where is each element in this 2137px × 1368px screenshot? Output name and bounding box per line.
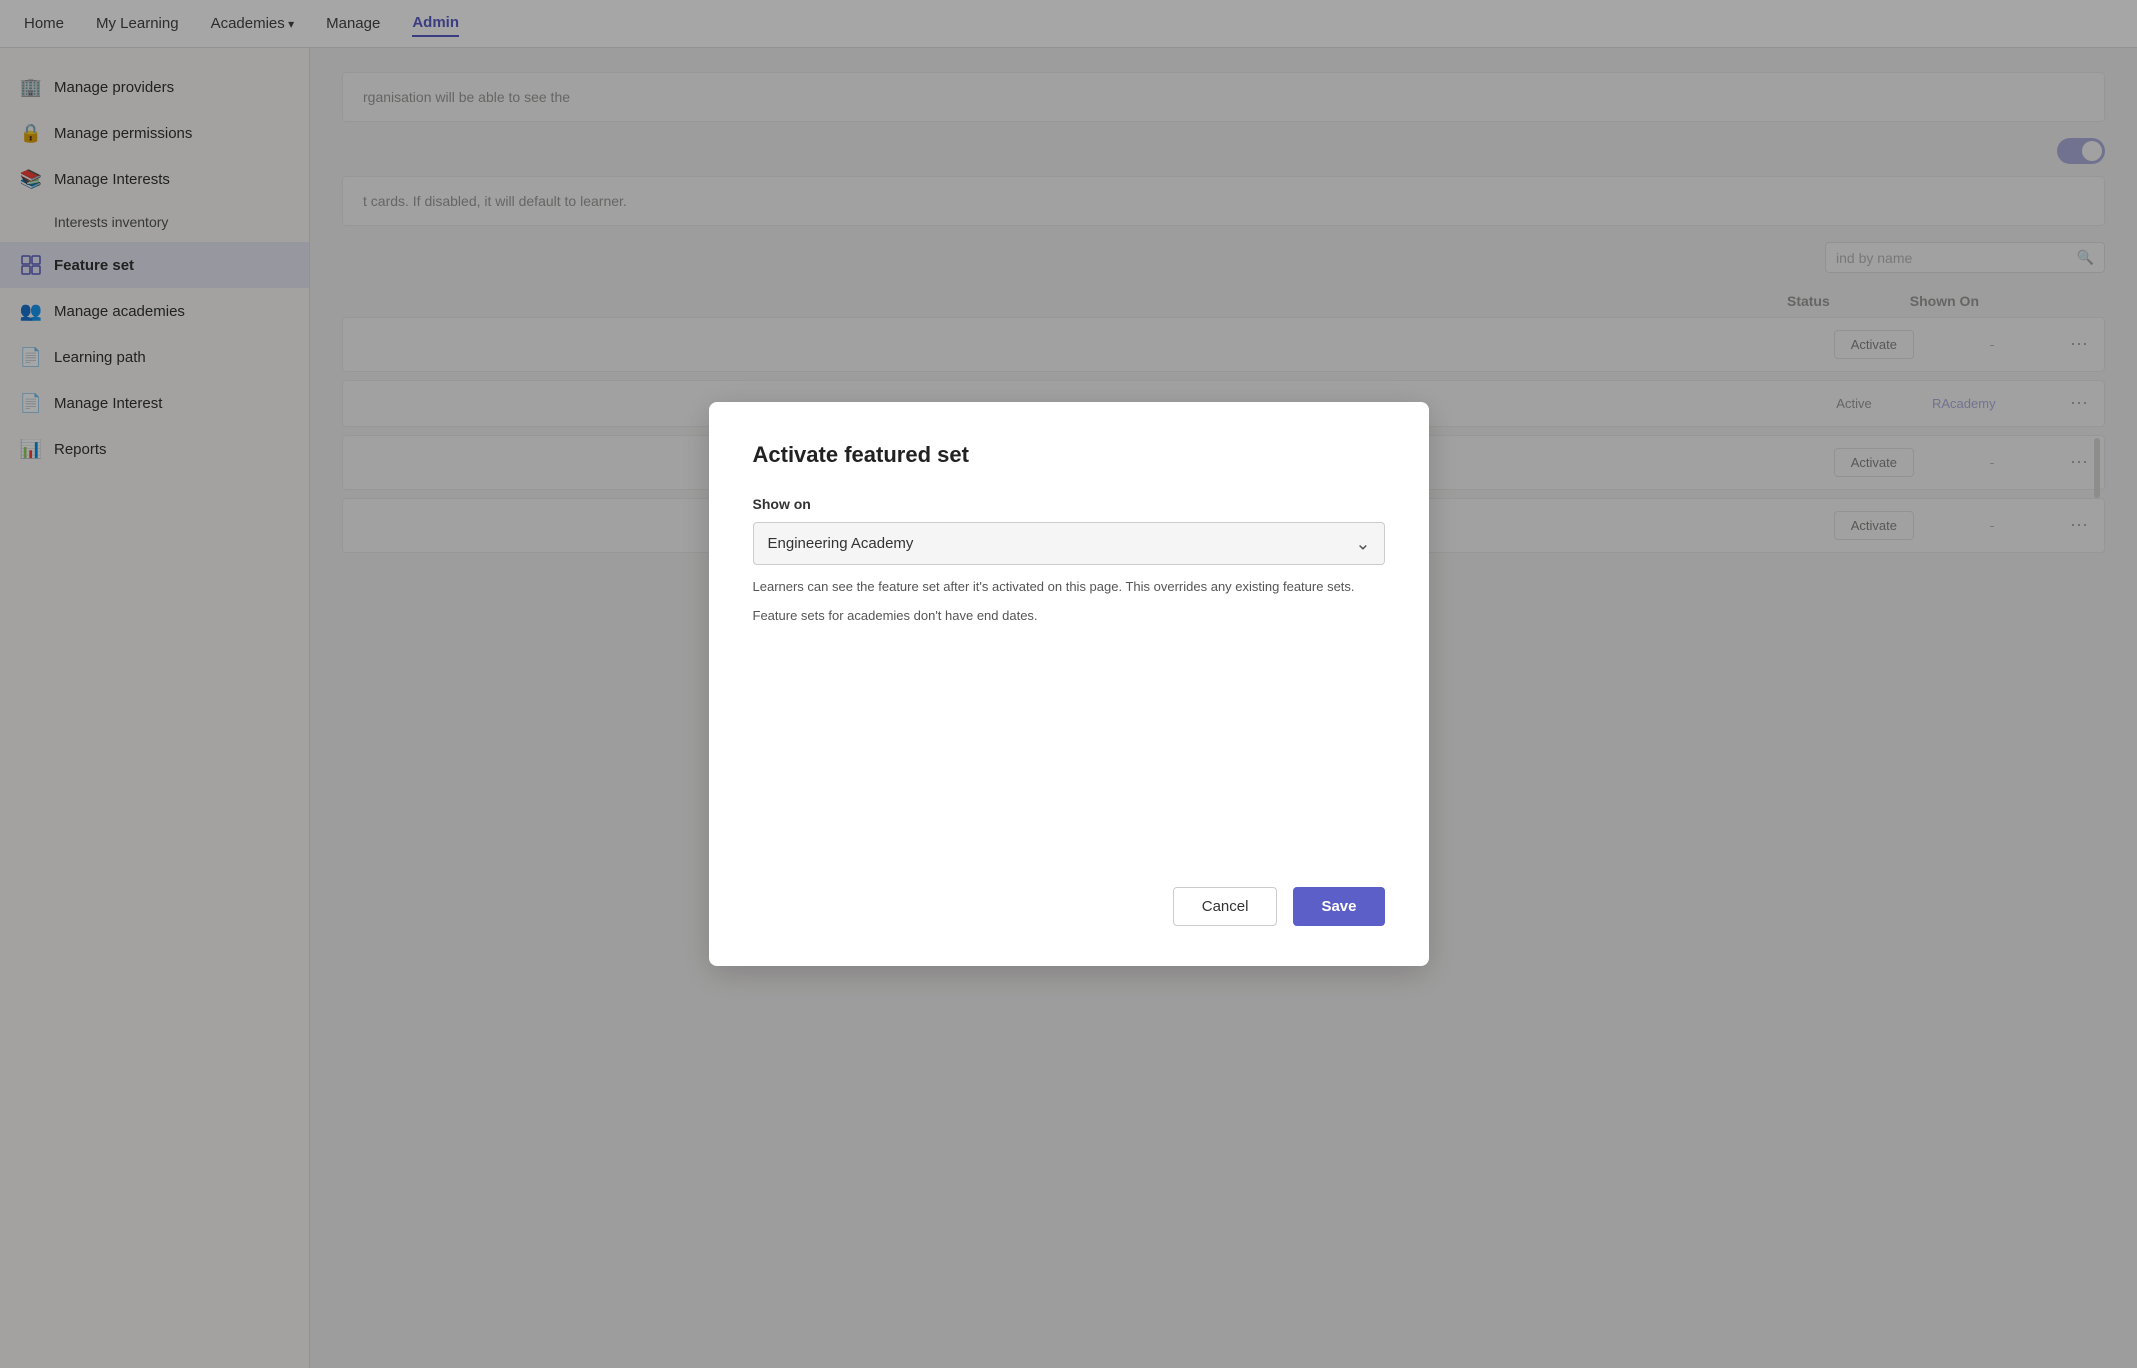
modal-overlay: Activate featured set Show on Engineerin… — [0, 0, 2137, 1368]
modal-title: Activate featured set — [753, 442, 1385, 468]
select-wrap: Engineering AcademyRAcademyAll ⌄ — [753, 522, 1385, 565]
save-button[interactable]: Save — [1293, 887, 1384, 926]
modal-footer: Cancel Save — [753, 887, 1385, 926]
helper-text-2: Feature sets for academies don't have en… — [753, 606, 1385, 627]
helper-text-1: Learners can see the feature set after i… — [753, 577, 1385, 598]
show-on-select[interactable]: Engineering AcademyRAcademyAll — [753, 522, 1385, 565]
show-on-label: Show on — [753, 496, 1385, 512]
cancel-button[interactable]: Cancel — [1173, 887, 1278, 926]
modal: Activate featured set Show on Engineerin… — [709, 402, 1429, 966]
